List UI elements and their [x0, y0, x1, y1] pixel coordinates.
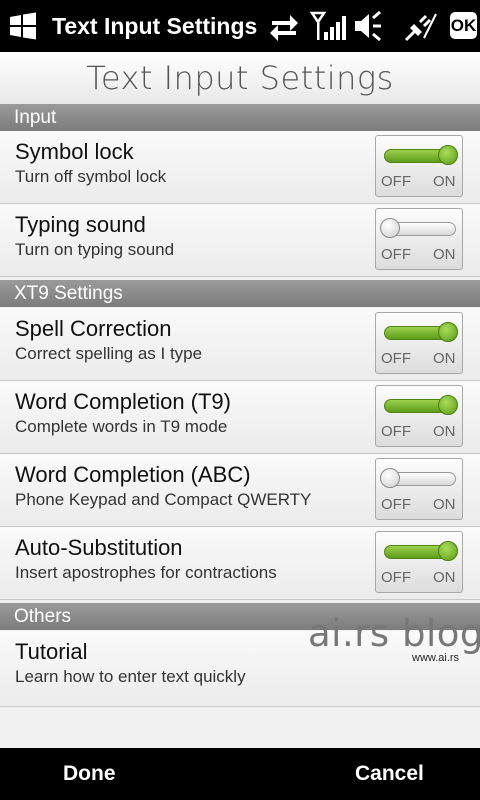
- toggle-on-label: ON: [433, 246, 456, 263]
- word-completion-t9-toggle[interactable]: OFF ON: [375, 385, 463, 447]
- section-title: Others: [14, 606, 72, 627]
- page-header: Text Input Settings: [0, 52, 480, 105]
- power-plug-icon[interactable]: [404, 10, 438, 42]
- section-header-xt9: XT9 Settings: [0, 280, 480, 307]
- spell-correction-toggle[interactable]: OFF ON: [375, 312, 463, 374]
- toggle-off-label: OFF: [381, 246, 411, 263]
- toggle-off-label: OFF: [381, 350, 411, 367]
- setting-description: Turn on typing sound: [15, 240, 175, 259]
- volume-muted-icon[interactable]: [352, 10, 382, 42]
- done-button[interactable]: Done: [63, 748, 116, 800]
- setting-label: Auto-Substitution: [15, 535, 183, 560]
- windows-start-icon[interactable]: [8, 11, 38, 41]
- watermark-text: ai.rs blog: [308, 612, 480, 655]
- setting-label: Typing sound: [15, 212, 146, 237]
- setting-row-word-completion-abc: Word Completion (ABC) Phone Keypad and C…: [0, 454, 480, 527]
- setting-label: Spell Correction: [15, 316, 172, 341]
- toggle-on-label: ON: [433, 569, 456, 586]
- setting-description: Learn how to enter text quickly: [15, 667, 246, 686]
- ok-button[interactable]: OK: [450, 12, 477, 39]
- toggle-on-label: ON: [433, 173, 456, 190]
- page-title: Text Input Settings: [86, 59, 394, 97]
- toggle-off-label: OFF: [381, 569, 411, 586]
- setting-row-symbol-lock: Symbol lock Turn off symbol lock OFF ON: [0, 131, 480, 204]
- typing-sound-toggle[interactable]: OFF ON: [375, 208, 463, 270]
- setting-label: Symbol lock: [15, 139, 134, 164]
- toggle-off-label: OFF: [381, 423, 411, 440]
- sync-arrows-icon[interactable]: [268, 10, 300, 42]
- setting-description: Turn off symbol lock: [15, 167, 167, 186]
- setting-label: Tutorial: [15, 639, 88, 664]
- softkey-bar: Done Cancel: [0, 748, 480, 800]
- toggle-on-label: ON: [433, 423, 456, 440]
- toggle-knob: [438, 145, 458, 165]
- section-header-input: Input: [0, 104, 480, 131]
- setting-label: Word Completion (ABC): [15, 462, 251, 487]
- toggle-on-label: ON: [433, 496, 456, 513]
- status-bar-title: Text Input Settings: [52, 13, 258, 39]
- setting-label: Word Completion (T9): [15, 389, 231, 414]
- watermark-url: www.ai.rs: [412, 652, 460, 664]
- toggle-knob: [380, 468, 400, 488]
- setting-row-auto-substitution: Auto-Substitution Insert apostrophes for…: [0, 527, 480, 600]
- setting-row-typing-sound: Typing sound Turn on typing sound OFF ON: [0, 204, 480, 277]
- toggle-knob: [438, 395, 458, 415]
- setting-description: Phone Keypad and Compact QWERTY: [15, 490, 312, 509]
- setting-row-word-completion-t9: Word Completion (T9) Complete words in T…: [0, 381, 480, 454]
- setting-description: Correct spelling as I type: [15, 344, 203, 363]
- toggle-on-label: ON: [433, 350, 456, 367]
- section-title: Input: [14, 107, 57, 128]
- word-completion-abc-toggle[interactable]: OFF ON: [375, 458, 463, 520]
- setting-row-spell-correction: Spell Correction Correct spelling as I t…: [0, 308, 480, 381]
- toggle-knob: [438, 541, 458, 561]
- setting-description: Complete words in T9 mode: [15, 417, 228, 436]
- cancel-button[interactable]: Cancel: [355, 748, 424, 800]
- status-bar: Text Input Settings OK: [0, 0, 480, 52]
- toggle-off-label: OFF: [381, 173, 411, 190]
- toggle-knob: [438, 322, 458, 342]
- section-title: XT9 Settings: [14, 283, 123, 304]
- auto-substitution-toggle[interactable]: OFF ON: [375, 531, 463, 593]
- toggle-knob: [380, 218, 400, 238]
- setting-description: Insert apostrophes for contractions: [15, 563, 277, 582]
- symbol-lock-toggle[interactable]: OFF ON: [375, 135, 463, 197]
- toggle-off-label: OFF: [381, 496, 411, 513]
- signal-strength-icon[interactable]: [310, 10, 346, 42]
